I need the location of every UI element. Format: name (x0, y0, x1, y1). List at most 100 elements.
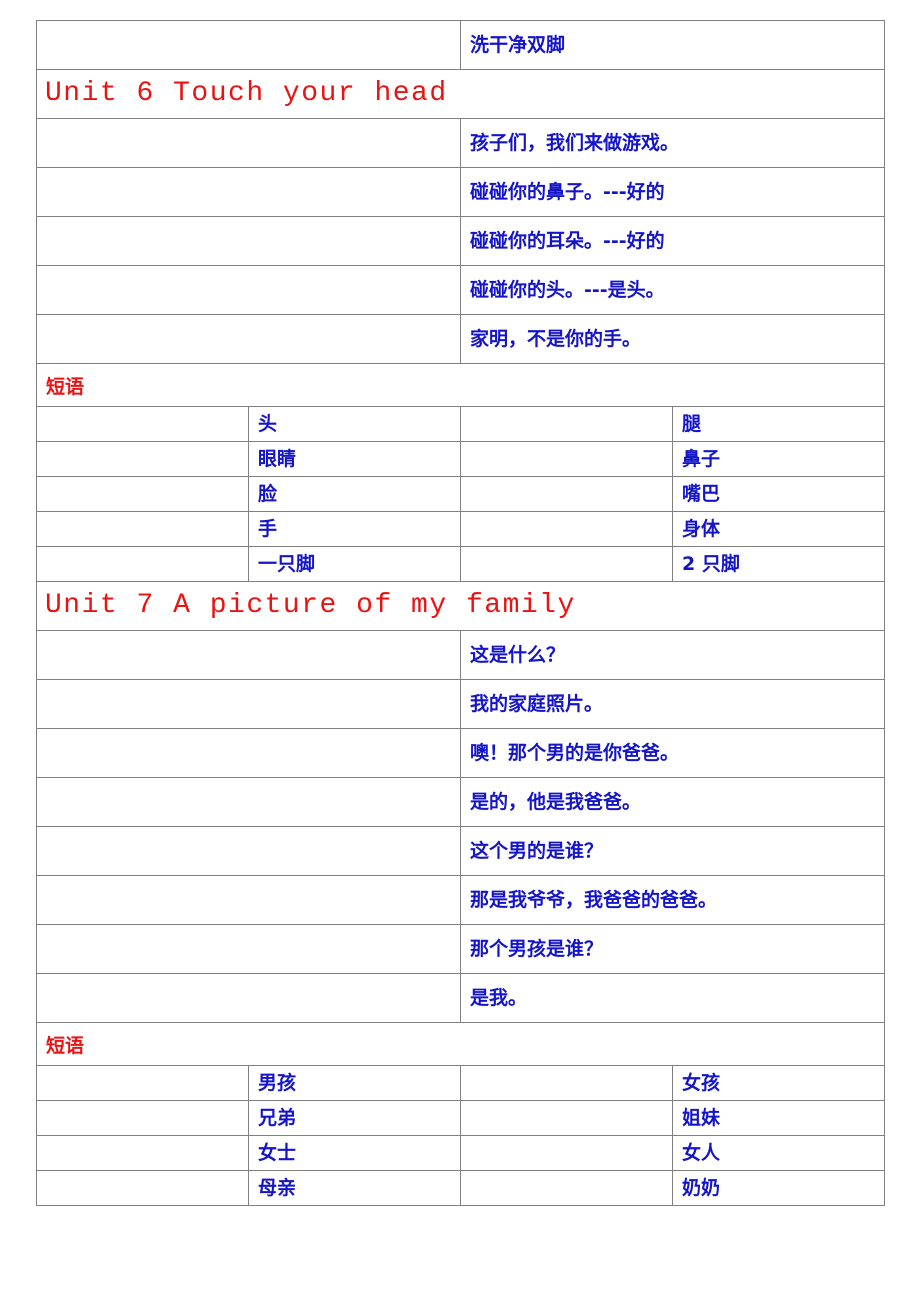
sentence-row: 碰碰你的耳朵。---好的 (36, 216, 886, 266)
english-blank-cell-left[interactable] (36, 511, 249, 547)
chinese-phrase-text-right: 女孩 (682, 1071, 721, 1094)
chinese-sentence-cell: 噢！那个男的是你爸爸。 (459, 728, 886, 778)
chinese-sentence-text: 碰碰你的鼻子。---好的 (470, 180, 665, 203)
english-blank-cell[interactable] (36, 118, 461, 168)
chinese-phrase-cell-right: 女孩 (671, 1065, 886, 1101)
english-blank-cell-right[interactable] (460, 1135, 673, 1171)
chinese-phrase-cell-left: 女士 (248, 1135, 461, 1171)
phrase-row: 手 身体 (36, 511, 886, 547)
chinese-phrase-text-left: 眼睛 (258, 447, 297, 470)
english-blank-cell[interactable] (36, 875, 461, 925)
english-blank-cell-left[interactable] (36, 1065, 249, 1101)
chinese-sentence-text: 噢！那个男的是你爸爸。 (470, 741, 680, 764)
english-blank-cell-left[interactable] (36, 476, 249, 512)
chinese-phrase-cell-right: 身体 (671, 511, 886, 547)
sentence-row: 这个男的是谁？ (36, 826, 886, 876)
section-label-row: 短语 (35, 363, 886, 407)
english-blank-cell-left[interactable] (36, 546, 249, 582)
chinese-phrase-cell-left: 手 (248, 511, 461, 547)
chinese-sentence-text: 碰碰你的头。---是头。 (470, 278, 665, 301)
english-blank-cell-right[interactable] (460, 546, 673, 582)
chinese-phrase-cell-right: 腿 (671, 406, 886, 442)
english-blank-cell[interactable] (36, 728, 461, 778)
chinese-phrase-text-right: 鼻子 (682, 447, 721, 470)
chinese-phrase-text-right: 2 只脚 (682, 552, 740, 575)
chinese-sentence-cell: 那是我爷爷，我爸爸的爸爸。 (459, 875, 886, 925)
chinese-sentence-text: 家明，不是你的手。 (470, 327, 642, 350)
chinese-sentence-text: 碰碰你的耳朵。---好的 (470, 229, 665, 252)
phrase-row: 脸 嘴巴 (36, 476, 886, 512)
unit-title-row: Unit 6 Touch your head (35, 69, 886, 119)
english-blank-cell-right[interactable] (460, 1065, 673, 1101)
chinese-sentence-cell: 洗干净双脚 (459, 20, 886, 70)
english-blank-cell-left[interactable] (36, 1100, 249, 1136)
phrase-row: 兄弟 姐妹 (36, 1100, 886, 1136)
english-blank-cell[interactable] (36, 167, 461, 217)
english-blank-cell[interactable] (36, 216, 461, 266)
chinese-phrase-text-right: 女人 (682, 1141, 721, 1164)
phrase-quantity: 2 (682, 552, 696, 575)
chinese-phrase-text-right: 姐妹 (682, 1106, 721, 1129)
english-blank-cell[interactable] (36, 630, 461, 680)
section-label-cell: 短语 (35, 1022, 886, 1066)
chinese-sentence-cell: 是的，他是我爸爸。 (459, 777, 886, 827)
chinese-sentence-text: 这是什么？ (470, 643, 566, 666)
chinese-sentence-cell: 那个男孩是谁？ (459, 924, 886, 974)
unit-title-row: Unit 7 A picture of my family (35, 581, 886, 631)
chinese-phrase-cell-right: 鼻子 (671, 441, 886, 477)
phrase-row: 眼睛 鼻子 (36, 441, 886, 477)
english-blank-cell[interactable] (36, 679, 461, 729)
chinese-phrase-text-left: 一只脚 (258, 552, 316, 575)
chinese-phrase-cell-right: 女人 (671, 1135, 886, 1171)
phrase-row: 男孩 女孩 (36, 1065, 886, 1101)
chinese-sentence-cell: 是我。 (459, 973, 886, 1023)
unit-title-cell: Unit 7 A picture of my family (35, 581, 886, 631)
chinese-sentence-cell: 这个男的是谁？ (459, 826, 886, 876)
english-blank-cell-left[interactable] (36, 441, 249, 477)
english-blank-cell-right[interactable] (460, 476, 673, 512)
chinese-phrase-cell-left: 一只脚 (248, 546, 461, 582)
chinese-phrase-cell-left: 头 (248, 406, 461, 442)
unit-title-text: Unit 6 Touch your head (45, 77, 448, 109)
chinese-phrase-text-left: 头 (258, 412, 278, 435)
english-blank-cell-right[interactable] (460, 511, 673, 547)
english-blank-cell[interactable] (36, 973, 461, 1023)
sentence-row: 我的家庭照片。 (36, 679, 886, 729)
chinese-phrase-cell-right: 2 只脚 (671, 546, 886, 582)
english-blank-cell-right[interactable] (460, 406, 673, 442)
chinese-sentence-text: 那个男孩是谁？ (470, 937, 604, 960)
phrases-label: 短语 (46, 1034, 85, 1057)
english-blank-cell-right[interactable] (460, 441, 673, 477)
chinese-phrase-text-right: 腿 (682, 412, 702, 435)
chinese-sentence-text: 那是我爷爷，我爸爸的爸爸。 (470, 888, 718, 911)
english-blank-cell-left[interactable] (36, 406, 249, 442)
chinese-sentence-text: 是我。 (470, 986, 528, 1009)
sentence-row: 这是什么？ (36, 630, 886, 680)
english-blank-cell[interactable] (36, 20, 461, 70)
chinese-phrase-text-left: 男孩 (258, 1071, 297, 1094)
english-blank-cell[interactable] (36, 777, 461, 827)
english-blank-cell[interactable] (36, 265, 461, 315)
unit-title-cell: Unit 6 Touch your head (35, 69, 886, 119)
chinese-sentence-text: 洗干净双脚 (470, 33, 566, 56)
chinese-sentence-cell: 家明，不是你的手。 (459, 314, 886, 364)
chinese-sentence-cell: 这是什么？ (459, 630, 886, 680)
chinese-sentence-cell: 碰碰你的鼻子。---好的 (459, 167, 886, 217)
english-blank-cell-right[interactable] (460, 1100, 673, 1136)
vocabulary-table: 洗干净双脚 Unit 6 Touch your head 孩子们，我们来做游戏。 碰碰… (35, 20, 886, 1206)
english-blank-cell-left[interactable] (36, 1135, 249, 1171)
phrase-row: 一只脚 2 只脚 (36, 546, 886, 582)
chinese-sentence-cell: 我的家庭照片。 (459, 679, 886, 729)
sentence-row: 那是我爷爷，我爸爸的爸爸。 (36, 875, 886, 925)
english-blank-cell[interactable] (36, 924, 461, 974)
phrase-row: 头腿 (36, 406, 886, 442)
english-blank-cell[interactable] (36, 314, 461, 364)
section-label-row: 短语 (35, 1022, 886, 1066)
chinese-sentence-text: 这个男的是谁？ (470, 839, 604, 862)
sentence-row: 噢！那个男的是你爸爸。 (36, 728, 886, 778)
english-blank-cell[interactable] (36, 826, 461, 876)
sentence-row: 是我。 (36, 973, 886, 1023)
chinese-sentence-text: 是的，他是我爸爸。 (470, 790, 642, 813)
unit-title-text: Unit 7 A picture of my family (45, 589, 576, 621)
chinese-phrase-text-right: 身体 (682, 517, 721, 540)
